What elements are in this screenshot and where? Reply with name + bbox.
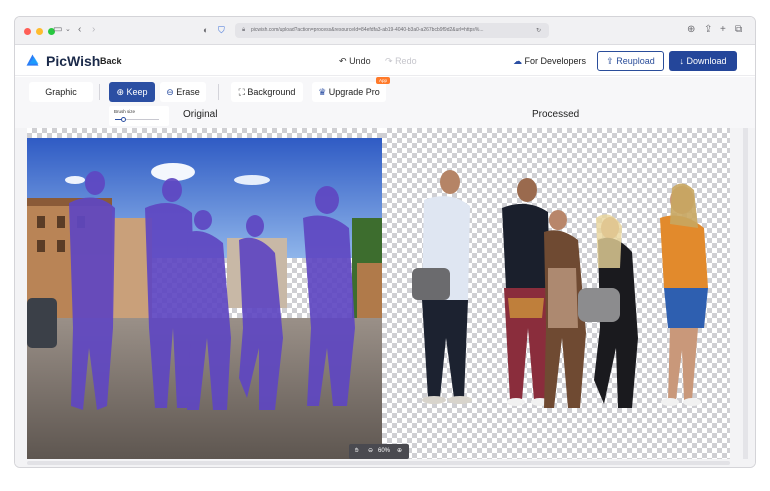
minus-circle-icon: ⊖	[166, 87, 174, 97]
downloads-icon[interactable]: ⊕	[687, 23, 695, 37]
brand-name: PicWish	[46, 53, 101, 69]
processed-label: Processed	[532, 109, 580, 120]
undo-button[interactable]: ↶ Undo	[339, 55, 371, 67]
picwish-logo-icon	[26, 54, 39, 66]
processed-cutout	[412, 170, 708, 408]
upgrade-label: Upgrade Pro	[328, 87, 380, 97]
upload-cloud-icon: ⇪	[606, 56, 614, 66]
background-icon: ⛶	[238, 87, 245, 97]
keep-tool-button[interactable]: ⊕ Keep	[109, 82, 155, 102]
background-button[interactable]: ⛶ Background	[231, 82, 303, 102]
plus-circle-icon: ⊕	[116, 87, 124, 97]
reload-icon[interactable]: ↻	[536, 24, 541, 38]
redo-label: Redo	[395, 56, 417, 66]
graphic-tab[interactable]: Graphic	[29, 82, 93, 102]
sidebar-icon[interactable]: ▭	[53, 23, 62, 37]
original-label: Original	[183, 109, 218, 120]
brush-size-slider-handle[interactable]	[121, 117, 127, 122]
vertical-scrollbar[interactable]	[743, 128, 748, 459]
privacy-report-icon[interactable]: ◐	[203, 23, 208, 37]
zoom-in-icon[interactable]: ⊕	[397, 444, 402, 459]
background-label: Background	[247, 87, 296, 97]
download-label: Download	[686, 56, 727, 66]
reupload-button[interactable]: ⇪ Reupload	[597, 51, 664, 71]
zoom-controls: ✋︎ ⊖ 60% ⊕	[349, 444, 409, 459]
undo-label: Undo	[349, 56, 371, 66]
canvas-area: ✋︎ ⊖ 60% ⊕	[15, 128, 755, 467]
zoom-out-icon[interactable]: ⊖	[368, 444, 373, 459]
brush-size-panel: Brush size	[109, 106, 169, 126]
brush-size-label: Brush size	[114, 109, 136, 114]
divider	[99, 84, 100, 100]
download-button[interactable]: ↓ Download	[669, 51, 737, 71]
erase-tool-button[interactable]: ⊖ Erase	[160, 82, 206, 102]
close-window-button[interactable]	[24, 28, 31, 35]
horizontal-scrollbar[interactable]	[27, 461, 730, 465]
divider	[218, 84, 219, 100]
processed-image-panel[interactable]	[382, 128, 730, 459]
for-developers-link[interactable]: ☁ For Developers	[513, 55, 586, 67]
original-image-panel[interactable]	[27, 128, 382, 459]
app-header: PicWish Back ↶ Undo ↷ Redo ☁ For Develop…	[15, 46, 755, 76]
crown-icon: ♛	[318, 87, 327, 97]
minimize-window-button[interactable]	[36, 28, 43, 35]
window-controls	[24, 28, 55, 35]
browser-window: ▭ ⌄ ‹ › ◐ ⛉ 🔒︎ picwish.com/upload?action…	[14, 16, 756, 468]
app-badge: App	[376, 77, 390, 84]
forward-nav-icon[interactable]: ›	[92, 23, 95, 37]
reupload-label: Reupload	[616, 56, 655, 66]
lock-icon: 🔒︎	[242, 27, 246, 33]
tab-overview-icon[interactable]: ⧉	[735, 23, 742, 37]
redo-icon: ↷	[385, 56, 393, 66]
shield-icon[interactable]: ⛉	[218, 23, 225, 37]
keep-label: Keep	[126, 87, 148, 97]
url-text: picwish.com/upload?action=process&resour…	[251, 27, 484, 33]
hand-icon[interactable]: ✋︎	[355, 444, 358, 459]
back-button[interactable]: Back	[100, 55, 122, 67]
share-icon[interactable]: ⇪	[704, 23, 712, 37]
back-nav-icon[interactable]: ‹	[78, 23, 81, 37]
cloud-icon: ☁	[513, 56, 522, 66]
new-tab-icon[interactable]: +	[720, 23, 726, 37]
original-photo	[27, 138, 382, 459]
erase-label: Erase	[176, 87, 200, 97]
chevron-down-icon[interactable]: ⌄	[65, 23, 71, 37]
edit-toolbar: Graphic ⊕ Keep ⊖ Erase ⛶ Background ♛ Up…	[15, 77, 755, 135]
download-icon: ↓	[679, 56, 684, 66]
redo-button[interactable]: ↷ Redo	[385, 55, 417, 67]
address-bar[interactable]: 🔒︎ picwish.com/upload?action=process&res…	[235, 23, 549, 38]
for-developers-label: For Developers	[524, 56, 587, 66]
browser-toolbar: ▭ ⌄ ‹ › ◐ ⛉ 🔒︎ picwish.com/upload?action…	[15, 17, 755, 45]
undo-icon: ↶	[339, 56, 347, 66]
upgrade-pro-button[interactable]: ♛ Upgrade Pro	[312, 82, 386, 102]
zoom-level: 60%	[378, 448, 391, 454]
